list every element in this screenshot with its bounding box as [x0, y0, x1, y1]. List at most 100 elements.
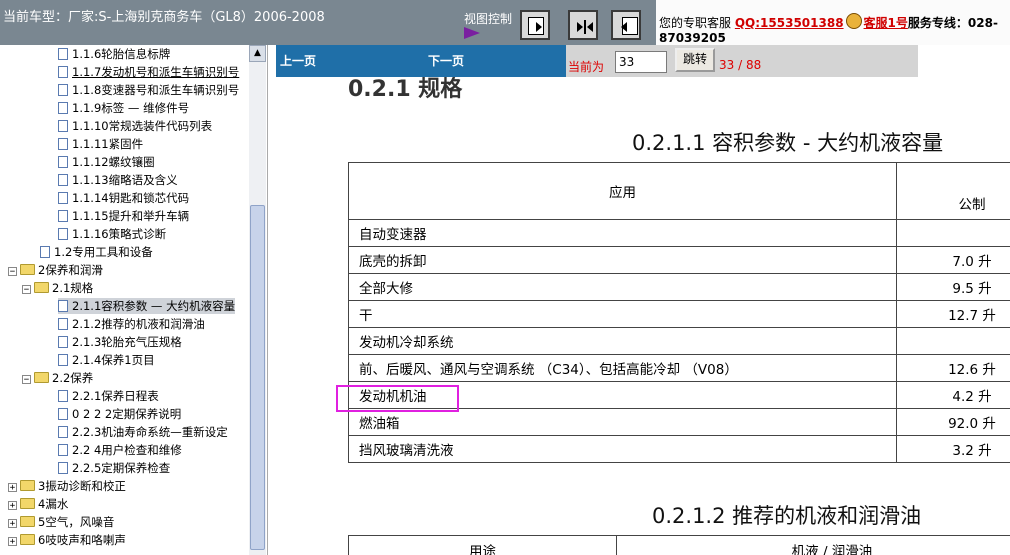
table-row: 前、后暖风、通风与空调系统 （C34）、包括高能冷却 （V08） 12.6 升 [348, 354, 1010, 382]
tree-folder[interactable]: +5空气，风噪音 [8, 514, 114, 530]
tree-item-label: 2.2.3机油寿命系统—重新设定 [72, 425, 228, 439]
table-row: 全部大修 9.5 升 [348, 273, 1010, 301]
expand-toggle-icon[interactable]: − [22, 375, 31, 385]
top-bar: 当前车型：厂家:S-上海别克商务车（GL8）2006-2008 视图控制 您的专… [0, 0, 1010, 45]
row-value: 3.2 升 [896, 435, 1010, 463]
document-icon [40, 246, 50, 258]
tree-item[interactable]: 1.1.15提升和举升车辆 [58, 208, 189, 224]
header-metric: 公制 [896, 162, 1010, 220]
splitter[interactable] [268, 45, 276, 555]
agent-link[interactable]: 客服1号 [864, 16, 908, 30]
expand-toggle-icon[interactable]: + [8, 501, 17, 511]
nav-right-blank [918, 45, 1010, 77]
tree-item-label: 2.1.1容积参数 — 大约机液容量 [72, 299, 236, 313]
tree-item-label: 4漏水 [38, 497, 69, 511]
expand-toggle-icon[interactable]: + [8, 519, 17, 529]
tree-item[interactable]: 1.1.9标签 — 维修件号 [58, 100, 189, 116]
tree-folder[interactable]: +6吱吱声和咯喇声 [8, 532, 126, 548]
tree-item[interactable]: 1.1.6轮胎信息标牌 [58, 46, 170, 62]
current-page-label: 当前为 [568, 60, 605, 74]
row-value: 7.0 升 [896, 246, 1010, 274]
view-split-button[interactable] [568, 10, 598, 40]
view-control-arrow-icon [464, 27, 480, 39]
table2-title: 0.2.1.2 推荐的机液和润滑油 [652, 504, 922, 528]
tree-item[interactable]: 2.1.1容积参数 — 大约机液容量 [58, 298, 236, 314]
tree-item[interactable]: 1.1.13缩略语及含义 [58, 172, 178, 188]
document-viewer: 0.2.1 规格 0.2.1.1 容积参数 - 大约机液容量 应用 公制 自动变… [276, 77, 1010, 555]
tree-item[interactable]: 2.1.4保养1页目 [58, 352, 155, 368]
t2-header-fluid: 机液 / 润滑油 [616, 535, 1010, 555]
tree-item[interactable]: 1.2专用工具和设备 [40, 244, 153, 260]
tree-item-label: 3振动诊断和校正 [38, 479, 126, 493]
tree-item[interactable]: 1.1.10常规选装件代码列表 [58, 118, 212, 134]
document-icon [58, 462, 68, 474]
qq-link[interactable]: QQ:1553501388 [735, 16, 844, 30]
arrow-left-icon [621, 22, 627, 32]
row-label: 全部大修 [348, 273, 897, 301]
tree-folder[interactable]: − 2.1规格 [22, 280, 93, 296]
document-icon [58, 300, 68, 312]
row-label: 自动变速器 [348, 219, 897, 247]
row-value: 12.6 升 [896, 354, 1010, 382]
scroll-thumb[interactable] [250, 205, 265, 550]
expand-toggle-icon[interactable]: − [22, 285, 31, 295]
tree-item[interactable]: 2.2.3机油寿命系统—重新设定 [58, 424, 228, 440]
row-label: 发动机冷却系统 [348, 327, 897, 355]
tree-item-label: 6吱吱声和咯喇声 [38, 533, 126, 547]
document-icon [58, 210, 68, 222]
arrow-right-icon [536, 22, 542, 32]
split-arrows-icon [577, 20, 593, 34]
page-number-input[interactable] [615, 51, 667, 73]
tree-scrollbar[interactable]: ▲ [249, 45, 266, 555]
jump-button[interactable]: 跳转 [675, 48, 715, 72]
tree-item[interactable]: 1.1.14钥匙和锁芯代码 [58, 190, 189, 206]
header-metric-label: 公制 [958, 197, 986, 213]
tree-item-label: 2.2.1保养日程表 [72, 389, 159, 403]
tree-item[interactable]: 1.1.7发动机号和派生车辆识别号 [58, 64, 239, 80]
tree-item[interactable]: 2.2.5定期保养检查 [58, 460, 170, 476]
scroll-up-icon[interactable]: ▲ [249, 45, 266, 62]
row-label: 干 [348, 300, 897, 328]
tree-item[interactable]: 2.1.3轮胎充气压规格 [58, 334, 182, 350]
tree-item[interactable]: 1.1.11紧固件 [58, 136, 143, 152]
document-icon [58, 174, 68, 186]
tree-item-label: 2.1.4保养1页目 [72, 353, 155, 367]
tree-item-label: 2.2.5定期保养检查 [72, 461, 171, 475]
document-icon [58, 102, 68, 114]
folder-icon [34, 282, 49, 293]
expand-toggle-icon[interactable]: + [8, 537, 17, 547]
document-icon [58, 66, 68, 78]
next-page-link[interactable]: 下一页 [428, 52, 464, 69]
tree-item[interactable]: 2.2 4用户检查和维修 [58, 442, 182, 458]
tree-item[interactable]: 1.1.8变速器号和派生车辆识别号 [58, 82, 239, 98]
tree-item-label: 1.1.7发动机号和派生车辆识别号 [72, 65, 240, 79]
table-row: 底壳的拆卸 7.0 升 [348, 246, 1010, 274]
row-label: 前、后暖风、通风与空调系统 （C34）、包括高能冷却 （V08） [348, 354, 897, 382]
row-value: 92.0 升 [896, 408, 1010, 436]
view-collapse-left-button[interactable] [611, 10, 641, 40]
tree-folder[interactable]: − 2保养和润滑 [8, 262, 103, 278]
row-value: 4.2 升 [896, 381, 1010, 409]
tree-item[interactable]: 2.1.2推荐的机液和润滑油 [58, 316, 205, 332]
tree-item-label: 1.1.12螺纹镶圈 [72, 155, 155, 169]
tree-item[interactable]: 1.1.16策略式诊断 [58, 226, 166, 242]
prev-page-link[interactable]: 上一页 [280, 52, 316, 69]
folder-icon [20, 516, 35, 527]
row-value [896, 327, 1010, 355]
tree-item[interactable]: 0 2 2 2定期保养说明 [58, 406, 181, 422]
tree-folder[interactable]: +3振动诊断和校正 [8, 478, 126, 494]
tree-folder[interactable]: − 2.2保养 [22, 370, 93, 386]
expand-toggle-icon[interactable]: − [8, 267, 17, 277]
page-jump-area: 当前为 跳转 33 / 88 [566, 45, 918, 77]
tree-item-label: 5空气，风噪音 [38, 515, 115, 529]
tree-item-label: 1.1.15提升和举升车辆 [72, 209, 190, 223]
tree-item-label: 2保养和润滑 [38, 263, 103, 277]
tree-item-label: 2.2 4用户检查和维修 [72, 443, 182, 457]
tree-folder[interactable]: +4漏水 [8, 496, 68, 512]
tree-item[interactable]: 1.1.12螺纹镶圈 [58, 154, 155, 170]
table-row: 干 12.7 升 [348, 300, 1010, 328]
expand-toggle-icon[interactable]: + [8, 483, 17, 493]
view-expand-right-button[interactable] [520, 10, 550, 40]
tree-item[interactable]: 2.2.1保养日程表 [58, 388, 159, 404]
folder-icon [20, 534, 35, 545]
